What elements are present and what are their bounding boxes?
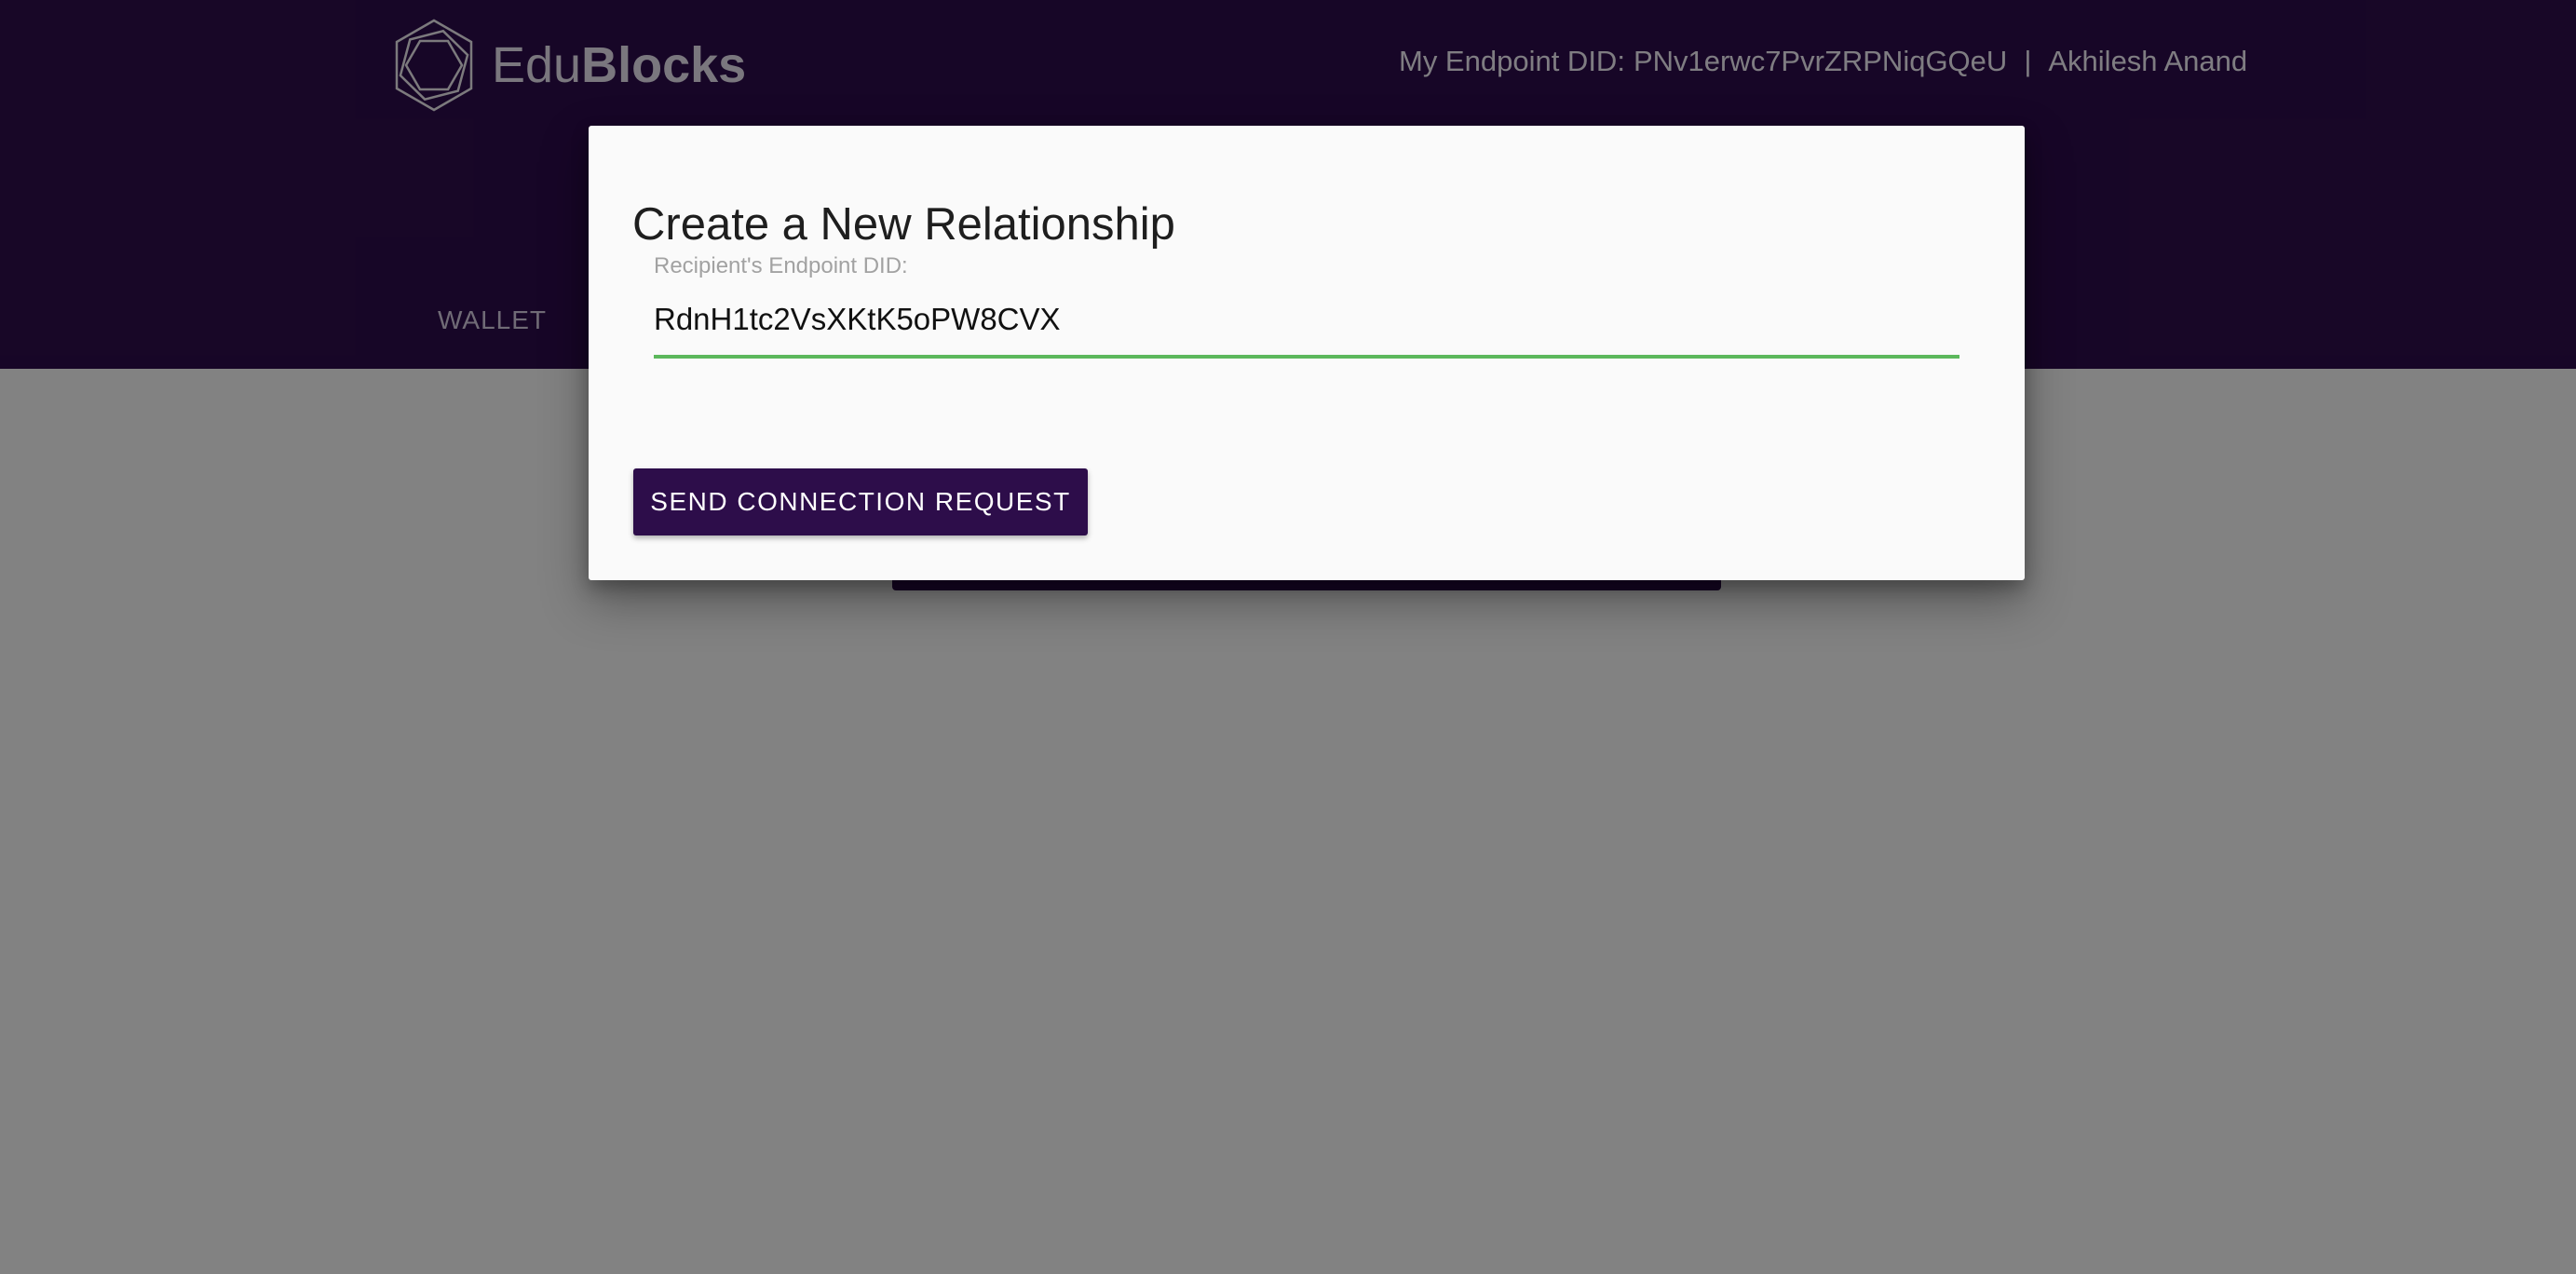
recipient-did-field: Recipient's Endpoint DID: (654, 126, 1959, 362)
recipient-did-underline (654, 355, 1959, 359)
recipient-did-label: Recipient's Endpoint DID: (654, 253, 908, 278)
recipient-did-input[interactable] (654, 295, 1959, 344)
send-connection-request-button[interactable]: SEND CONNECTION REQUEST (633, 468, 1088, 535)
create-relationship-dialog: Create a New Relationship Recipient's En… (589, 126, 2025, 580)
